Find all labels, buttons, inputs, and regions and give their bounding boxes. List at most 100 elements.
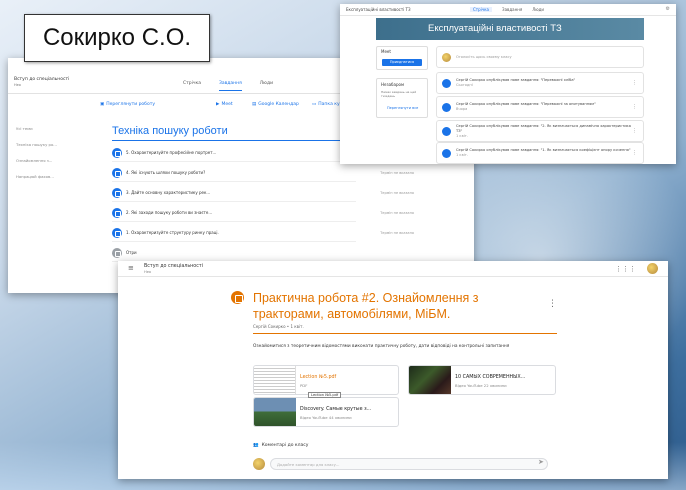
join-label: Приєднатися xyxy=(389,60,415,64)
folder-icon: ▭ xyxy=(312,102,317,107)
view-work-button[interactable]: ▣ Переглянути роботу xyxy=(100,102,155,107)
assignment-description: Ознайомитися з теоретичним відомостями в… xyxy=(253,344,510,349)
more-options-icon[interactable]: ⋮ xyxy=(548,299,557,309)
class-comments-header: 👥 Коментарі до класу xyxy=(253,443,308,448)
tab-stream[interactable]: Стрічка xyxy=(183,81,201,91)
tab-bar: Стрічка Завдання Люди xyxy=(183,81,273,91)
course-banner: Експлуатаційні властивості ТЗ xyxy=(376,18,644,40)
topic-divider xyxy=(112,140,352,141)
attachment-type: Відео YouTube 22 хвилини xyxy=(455,383,507,388)
sidebar-item-all-topics[interactable]: Усі теми xyxy=(16,126,33,131)
calendar-icon: ▤ xyxy=(252,102,257,107)
assignment-row[interactable]: 3. Дайте основну характеристику рек... Т… xyxy=(112,184,414,202)
apps-grid-icon[interactable]: ⋮⋮⋮ xyxy=(615,265,636,273)
tab-classwork[interactable]: Завдання xyxy=(502,7,522,12)
join-meet-button[interactable]: Приєднатися xyxy=(382,59,422,66)
attachment-pdf[interactable]: Lection №5.pdf PDF xyxy=(253,365,399,395)
settings-icon[interactable]: ⚙ xyxy=(666,6,670,12)
assignment-row[interactable]: 2. Які заходи пошуку роботи ви знаєте...… xyxy=(112,204,414,222)
video-thumbnail xyxy=(254,398,296,426)
classroom-window-assignment: ≡ Вступ до спеціальності Нео ⋮⋮⋮ Практич… xyxy=(118,261,668,479)
comments-label: Коментарі до класу xyxy=(261,443,309,448)
tab-people[interactable]: Люди xyxy=(260,81,273,91)
people-icon: 👥 xyxy=(253,443,259,448)
post-date: 1 квіт. xyxy=(456,153,468,157)
attachment-type: PDF xyxy=(300,383,308,388)
comment-input[interactable]: Додайте коментар для класу... xyxy=(270,458,548,470)
attachment-video[interactable]: Discovery. Самые крутые з... Відео YouTu… xyxy=(253,397,399,427)
more-icon[interactable]: ⋮ xyxy=(632,104,637,110)
meet-label: Meet xyxy=(381,49,391,54)
banner-title: Експлуатаційні властивості ТЗ xyxy=(428,23,562,34)
post-date: Вчора xyxy=(456,107,468,111)
more-icon[interactable]: ⋮ xyxy=(632,150,637,156)
post-date: Сьогодні xyxy=(456,83,473,87)
stream-post[interactable]: Сергій Сокирко опублікував нове завдання… xyxy=(436,96,644,118)
assignment-icon xyxy=(442,102,451,112)
topic-title: Техніка пошуку роботи xyxy=(112,125,228,137)
more-icon[interactable]: ⋮ xyxy=(632,80,637,86)
stream-post[interactable]: Сергій Сокирко опублікував нове завдання… xyxy=(436,72,644,94)
assignment-title: 3. Дайте основну характеристику рек... xyxy=(126,190,211,195)
more-icon[interactable]: ⋮ xyxy=(632,128,637,134)
video-thumbnail xyxy=(409,366,451,394)
assignment-icon xyxy=(112,147,122,158)
due-date: Термін не вказано xyxy=(380,190,414,195)
assignment-title: Практична робота #2. Ознайомлення з трак… xyxy=(253,291,479,321)
tab-stream[interactable]: Стрічка xyxy=(470,7,493,12)
sidebar-item-skills[interactable]: Напрацюй фахов... xyxy=(16,174,54,179)
send-icon[interactable]: ➤ xyxy=(538,458,544,466)
course-section: Нео xyxy=(144,270,152,274)
attachment-type: Відео YouTube 44 хвилини xyxy=(300,415,352,420)
due-date: Термін не вказано xyxy=(380,230,414,235)
assignment-author: Сергій Сокирко • 1 квіт. xyxy=(253,324,304,329)
upcoming-title: Незабаром xyxy=(381,82,404,87)
announce-input[interactable]: Оголосіть щось своєму класу xyxy=(436,46,644,68)
assignment-row[interactable]: 4. Які існують шляхи пошуку роботи? Терм… xyxy=(112,164,414,182)
title-divider xyxy=(253,333,557,334)
tab-bar: Стрічка Завдання Люди xyxy=(470,7,544,12)
video-icon: ▶ xyxy=(216,102,220,107)
assignment-icon xyxy=(112,167,122,178)
meet-button[interactable]: ▶ Meet xyxy=(216,102,233,107)
attachment-name: Lection №5.pdf xyxy=(300,375,337,380)
post-date: 1 квіт. xyxy=(456,133,468,138)
sidebar-item-job-search[interactable]: Техніка пошуку ро... xyxy=(16,142,57,147)
meet-card: Meet xyxy=(376,46,428,70)
attachment-name: 10 САМЫХ СОВРЕМЕННЫХ... xyxy=(455,375,526,380)
course-name[interactable]: Вступ до спеціальності xyxy=(144,264,203,269)
assignment-row[interactable]: 5. Охарактеризуйте професійне портрет...… xyxy=(112,144,414,162)
post-text: Сергій Сокирко опублікував нове завдання… xyxy=(456,148,631,152)
course-name[interactable]: Експлуатаційні властивості ТЗ xyxy=(346,7,411,12)
attachment-name: Discovery. Самые крутые з... xyxy=(300,407,372,412)
assignment-icon xyxy=(112,227,122,238)
calendar-button[interactable]: ▤ Google Календар xyxy=(252,102,299,107)
material-icon xyxy=(112,247,122,258)
upcoming-card: Незабаром Немає завдань на цей тиждень П… xyxy=(376,78,428,118)
view-work-label: Переглянути роботу xyxy=(106,102,155,107)
tab-classwork[interactable]: Завдання xyxy=(219,81,242,91)
hamburger-menu-icon[interactable]: ≡ xyxy=(128,265,134,272)
assignment-row[interactable]: 1. Охарактеризуйте структуру ринку праці… xyxy=(112,224,414,242)
course-name[interactable]: Вступ до спеціальності xyxy=(14,77,69,82)
stream-post[interactable]: Сергій Сокирко опублікував нове завдання… xyxy=(436,142,644,164)
sidebar-item-intro[interactable]: Ознайомлення з... xyxy=(16,158,52,163)
avatar[interactable] xyxy=(647,263,658,274)
classroom-window-stream: Експлуатаційні властивості ТЗ Стрічка За… xyxy=(340,4,676,164)
assignment-icon xyxy=(112,207,122,218)
assignment-row[interactable]: Отри xyxy=(112,244,356,262)
author-name-box: Сокирко С.О. xyxy=(24,14,210,62)
attachment-video[interactable]: 10 САМЫХ СОВРЕМЕННЫХ... Відео YouTube 22… xyxy=(408,365,556,395)
avatar xyxy=(442,52,451,62)
tooltip: Lection №5.pdf xyxy=(308,392,342,398)
due-date: Термін не вказано xyxy=(380,210,414,215)
assignment-title: Отри xyxy=(126,250,137,255)
meet-label: Meet xyxy=(221,102,233,107)
avatar xyxy=(253,458,265,470)
calendar-label: Google Календар xyxy=(258,102,299,107)
due-date: Термін не вказано xyxy=(380,170,414,175)
announce-placeholder: Оголосіть щось своєму класу xyxy=(456,54,512,59)
tab-people[interactable]: Люди xyxy=(532,7,544,12)
stream-post[interactable]: Сергій Сокирко опублікував нове завдання… xyxy=(436,120,644,142)
view-all-link[interactable]: Переглянути все xyxy=(387,106,418,110)
